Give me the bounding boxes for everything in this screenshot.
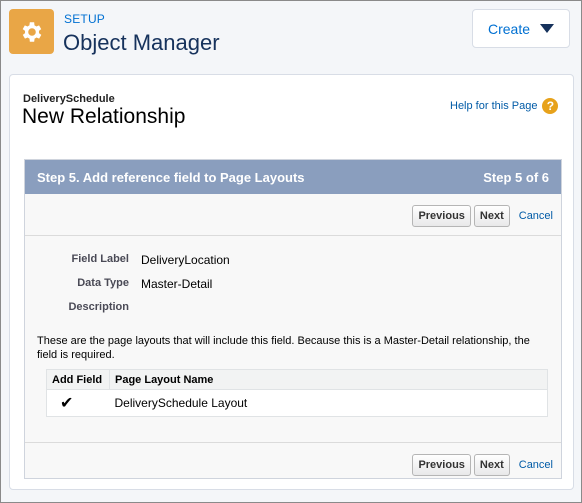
page-title: New Relationship (22, 105, 186, 128)
gear-icon (22, 21, 41, 42)
step-count: Step 5 of 6 (483, 169, 549, 185)
data-type-value: Master-Detail (141, 277, 213, 291)
setup-gear-icon (9, 9, 54, 54)
field-label-value: DeliveryLocation (141, 253, 230, 267)
info-text: These are the page layouts that will inc… (37, 335, 530, 361)
divider (25, 235, 561, 236)
description-label: Description (68, 301, 129, 313)
layout-name: DeliverySchedule Layout (114, 396, 248, 410)
create-button[interactable]: Create (472, 9, 570, 48)
next-button[interactable]: Next (473, 205, 510, 227)
help-icon: ? (542, 98, 559, 114)
column-header-add-field: Add Field (46, 369, 110, 390)
page-layout-table: Add Field Page Layout Name ✔ DeliverySch… (46, 369, 548, 417)
main-panel: DeliverySchedule New Relationship Help f… (9, 74, 574, 490)
checkmark-icon: ✔ (60, 395, 74, 412)
next-button[interactable]: Next (473, 454, 510, 476)
wizard-header: Step 5. Add reference field to Page Layo… (25, 160, 561, 194)
create-label: Create (487, 20, 531, 37)
app-header: SETUP Object Manager Create (1, 1, 581, 73)
object-name: DeliverySchedule (23, 93, 115, 105)
help-link[interactable]: Help for this Page ? (450, 98, 559, 114)
divider (25, 442, 561, 443)
help-link-label: Help for this Page (450, 100, 538, 112)
step-title: Step 5. Add reference field to Page Layo… (37, 169, 305, 185)
column-header-layout-name: Page Layout Name (109, 369, 548, 390)
cancel-link[interactable]: Cancel (519, 210, 553, 222)
data-type-label: Data Type (77, 277, 129, 289)
setup-link[interactable]: SETUP (64, 12, 105, 26)
add-field-checkbox[interactable]: ✔ (47, 390, 110, 417)
table-header-row: Add Field Page Layout Name (46, 369, 548, 390)
previous-button[interactable]: Previous (412, 205, 471, 227)
wizard-step: Step 5. Add reference field to Page Layo… (24, 159, 562, 479)
cancel-link[interactable]: Cancel (519, 459, 553, 471)
previous-button[interactable]: Previous (412, 454, 471, 476)
field-label-label: Field Label (71, 253, 129, 265)
bottom-button-row: Previous Next Cancel (412, 454, 561, 476)
top-button-row: Previous Next Cancel (412, 205, 561, 227)
app-title: Object Manager (63, 30, 220, 55)
caret-down-icon (540, 24, 555, 33)
table-row: ✔ DeliverySchedule Layout (47, 390, 548, 417)
